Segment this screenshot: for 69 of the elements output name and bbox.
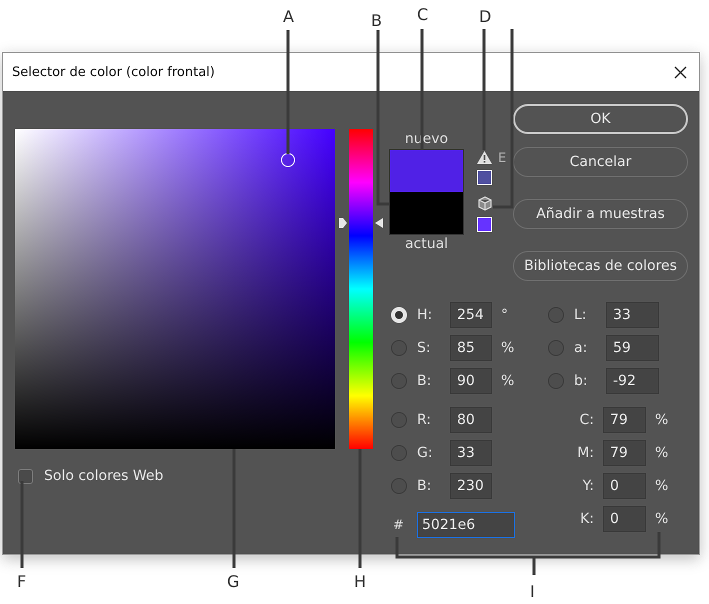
- radio-button[interactable]: [391, 478, 407, 494]
- input-field[interactable]: 85: [450, 335, 492, 361]
- field-label: M:: [576, 445, 594, 461]
- color-swatch[interactable]: [477, 170, 492, 185]
- field-label: Y:: [582, 478, 594, 494]
- cube-icon: [478, 196, 492, 211]
- warning-icon: [477, 151, 492, 164]
- callout-label: C: [417, 6, 428, 24]
- dialog-button[interactable]: Añadir a muestras: [513, 199, 688, 229]
- field-label: S:: [417, 340, 432, 356]
- callout-label: B: [371, 12, 382, 30]
- radio-button[interactable]: [548, 307, 564, 323]
- field-label: C:: [578, 412, 594, 428]
- input-field[interactable]: 59: [606, 335, 659, 361]
- dialog-button[interactable]: Bibliotecas de colores: [513, 251, 688, 281]
- unit-label: °: [501, 307, 508, 323]
- callout-label: E: [498, 150, 506, 168]
- unit-label: %: [655, 412, 668, 428]
- radio-button[interactable]: [391, 445, 407, 461]
- field-label: L:: [574, 307, 588, 323]
- unit-label: %: [655, 478, 668, 494]
- callout-label: G: [227, 573, 240, 591]
- input-field[interactable]: 80: [450, 407, 492, 433]
- unit-label: %: [655, 511, 668, 527]
- checkbox[interactable]: [18, 468, 33, 484]
- window-title: Selector de color (color frontal): [12, 64, 215, 80]
- input-field[interactable]: 0: [603, 506, 646, 532]
- radio-button[interactable]: [548, 340, 564, 356]
- unit-label: %: [501, 340, 514, 356]
- field-label: K:: [579, 511, 594, 527]
- input-field[interactable]: 254: [450, 302, 492, 328]
- dialog-button[interactable]: Cancelar: [513, 147, 688, 177]
- input-field[interactable]: 79: [603, 440, 646, 466]
- unit-label: %: [655, 445, 668, 461]
- field-label: H:: [417, 307, 434, 323]
- callout-label: D: [479, 8, 492, 26]
- field-label: #: [392, 518, 405, 532]
- input-field[interactable]: -92: [606, 368, 659, 394]
- input-field[interactable]: 33: [450, 440, 492, 466]
- hue-slider[interactable]: [339, 129, 383, 449]
- checkbox-label: Solo colores Web: [44, 468, 164, 484]
- radio-button[interactable]: [391, 373, 407, 389]
- field-label: B:: [417, 373, 432, 389]
- radio-button[interactable]: [548, 373, 564, 389]
- input-field[interactable]: 33: [606, 302, 659, 328]
- input-field[interactable]: 0: [603, 473, 646, 499]
- input-field[interactable]: 79: [603, 407, 646, 433]
- field-label: R:: [417, 412, 432, 428]
- color-field[interactable]: [15, 129, 335, 449]
- color-swatch[interactable]: [477, 217, 492, 232]
- input-field[interactable]: 90: [450, 368, 492, 394]
- color-marker[interactable]: [281, 153, 295, 167]
- callout-label: I: [530, 583, 535, 601]
- radio-button[interactable]: [391, 412, 407, 428]
- input-field[interactable]: 230: [450, 473, 492, 499]
- field-label: b:: [574, 373, 589, 389]
- field-label: a:: [574, 340, 588, 356]
- slider-thumb[interactable]: [339, 218, 383, 228]
- close-icon[interactable]: [674, 66, 687, 78]
- field-label: B:: [417, 478, 432, 494]
- field-label: G:: [417, 445, 434, 461]
- callout-label: F: [17, 573, 26, 591]
- dialog-button[interactable]: OK: [513, 104, 688, 134]
- callout-label: A: [283, 8, 294, 26]
- current-label: actual: [404, 235, 448, 254]
- unit-label: %: [501, 373, 514, 389]
- hex-input-field[interactable]: 5021e6: [417, 512, 515, 538]
- callout-label: H: [354, 573, 366, 591]
- radio-button[interactable]: [391, 340, 407, 356]
